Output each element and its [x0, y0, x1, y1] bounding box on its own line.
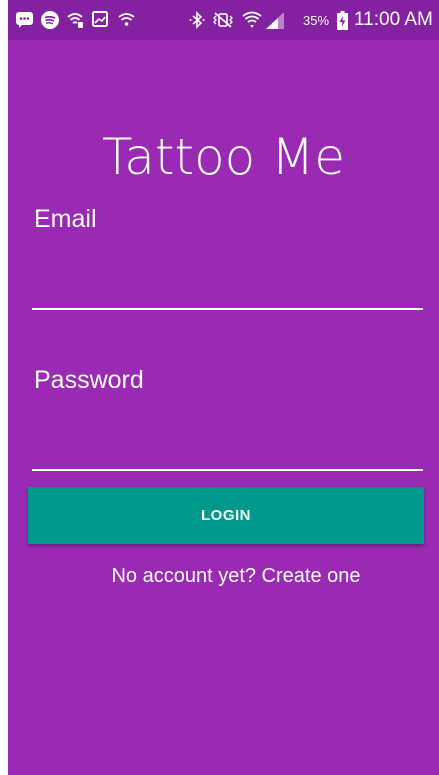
- wifi-call-icon: [67, 13, 83, 28]
- email-label: Email: [34, 205, 97, 233]
- password-field[interactable]: [32, 429, 423, 471]
- email-field[interactable]: [32, 268, 423, 310]
- status-bar: 35% 11:00 AM: [8, 0, 439, 40]
- app-screen: 35% 11:00 AM Tattoo Me Email Password LO…: [8, 0, 439, 775]
- wifi-signal-icon: [242, 11, 262, 28]
- vibrate-icon: [213, 12, 233, 28]
- gallery-icon: [92, 11, 108, 27]
- battery-percent: 35%: [303, 13, 330, 28]
- messenger-icon: [16, 12, 33, 28]
- password-label: Password: [34, 366, 144, 394]
- cell-signal-icon: [266, 12, 284, 29]
- status-time: 11:00 AM: [354, 9, 433, 30]
- battery-charging-icon: [337, 11, 348, 30]
- spotify-icon: [41, 11, 59, 29]
- app-title: Tattoo Me: [101, 128, 346, 186]
- wifi-icon: [118, 13, 135, 26]
- login-button[interactable]: LOGIN: [28, 487, 424, 544]
- bluetooth-icon: [189, 11, 205, 29]
- create-account-link[interactable]: No account yet? Create one: [8, 565, 439, 588]
